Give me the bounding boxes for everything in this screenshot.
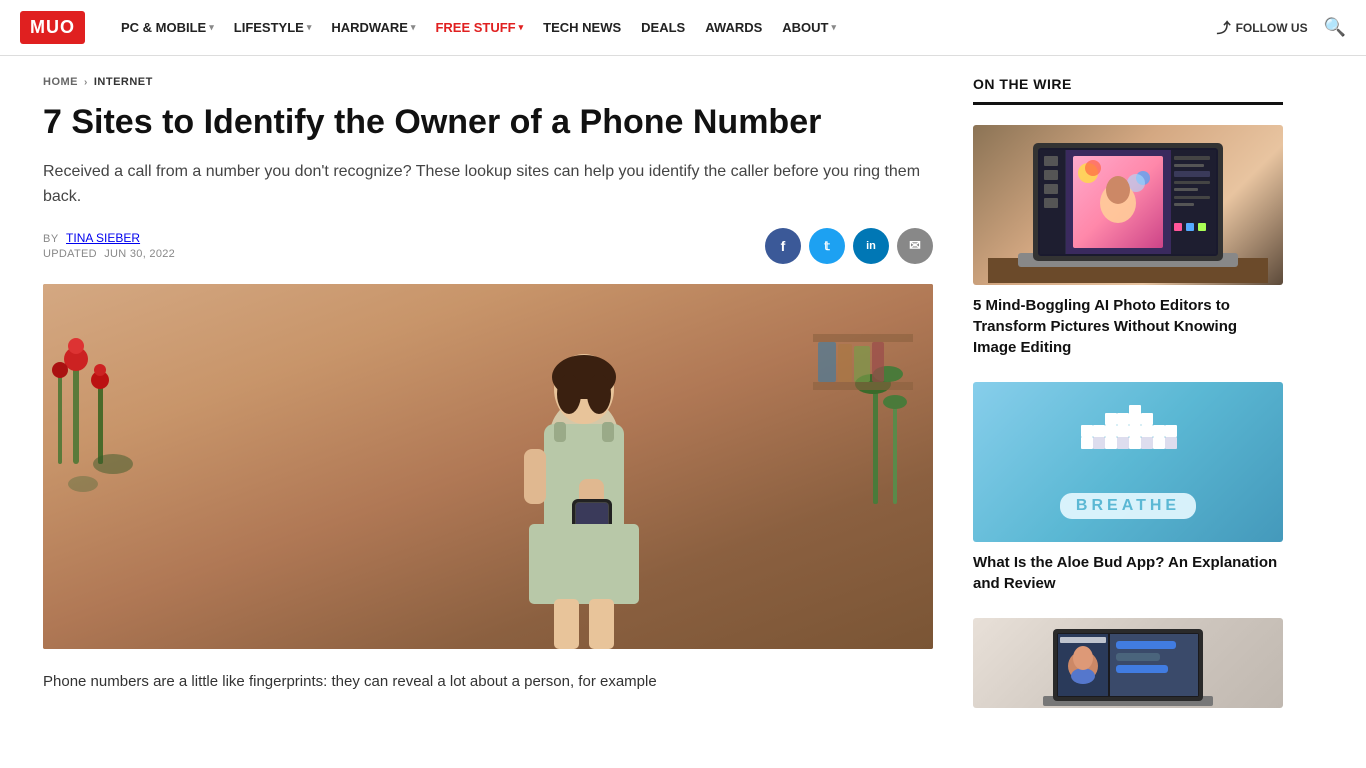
wire-card-1-image (973, 125, 1283, 285)
breadcrumb-separator: › (84, 77, 88, 88)
breadcrumb: HOME › INTERNET (43, 76, 933, 88)
nav-hardware[interactable]: HARDWARE ▾ (323, 14, 423, 41)
article-author: BY TINA SIEBER (43, 231, 175, 245)
nav-free-stuff[interactable]: FREE STUFF ▾ (427, 14, 531, 41)
article-author-section: BY TINA SIEBER UPDATED JUN 30, 2022 (43, 231, 175, 260)
wire-card-2: BREATHE What Is the Aloe Bud App? An Exp… (973, 382, 1283, 594)
sidebar: ON THE WIRE (973, 56, 1283, 752)
sidebar-section-title: ON THE WIRE (973, 76, 1283, 105)
wire-card-3 (973, 618, 1283, 708)
share-email-button[interactable]: ✉ (897, 228, 933, 264)
article-title: 7 Sites to Identify the Owner of a Phone… (43, 102, 933, 143)
chevron-down-icon: ▾ (307, 22, 312, 33)
wire-card-3-image (973, 618, 1283, 708)
nav-pc-mobile[interactable]: PC & MOBILE ▾ (113, 14, 222, 41)
article-body: Phone numbers are a little like fingerpr… (43, 669, 933, 695)
article-hero-image (43, 284, 933, 649)
social-share-buttons: f 𝕥 in ✉ (765, 228, 933, 264)
chevron-down-icon: ▾ (209, 22, 214, 33)
article-subtitle: Received a call from a number you don't … (43, 159, 933, 210)
nav-links: PC & MOBILE ▾ LIFESTYLE ▾ HARDWARE ▾ FRE… (113, 14, 1217, 41)
share-icon: ⤴ (1217, 18, 1231, 38)
main-nav: MUO PC & MOBILE ▾ LIFESTYLE ▾ HARDWARE ▾… (0, 0, 1366, 56)
follow-us-button[interactable]: ⤴ FOLLOW US (1217, 18, 1308, 38)
nav-awards[interactable]: AWARDS (697, 14, 770, 41)
article-body-text: Phone numbers are a little like fingerpr… (43, 669, 933, 695)
nav-deals[interactable]: DEALS (633, 14, 693, 41)
breadcrumb-section: INTERNET (94, 76, 153, 88)
hero-flowers-decoration (43, 284, 203, 564)
chevron-down-icon: ▾ (832, 22, 837, 33)
pixel-cloud-icon (1068, 405, 1188, 485)
wire-card-2-image: BREATHE (973, 382, 1283, 542)
share-twitter-button[interactable]: 𝕥 (809, 228, 845, 264)
nav-tech-news[interactable]: TECH NEWS (535, 14, 629, 41)
article-date: UPDATED JUN 30, 2022 (43, 248, 175, 260)
wire-card-2-title[interactable]: What Is the Aloe Bud App? An Explanation… (973, 554, 1277, 592)
card3-laptop-illustration (1028, 621, 1228, 706)
hero-person-figure (424, 309, 744, 649)
breathe-label: BREATHE (1060, 493, 1196, 519)
card1-laptop-illustration (988, 128, 1268, 283)
chevron-down-icon: ▾ (519, 22, 524, 33)
author-link[interactable]: TINA SIEBER (66, 231, 140, 245)
page-wrapper: HOME › INTERNET 7 Sites to Identify the … (23, 56, 1343, 752)
chevron-down-icon: ▾ (411, 22, 416, 33)
nav-right: ⤴ FOLLOW US 🔍 (1217, 17, 1346, 38)
breathe-illustration: BREATHE (1060, 405, 1196, 519)
nav-about[interactable]: ABOUT ▾ (774, 14, 844, 41)
nav-lifestyle[interactable]: LIFESTYLE ▾ (226, 14, 320, 41)
article-meta: BY TINA SIEBER UPDATED JUN 30, 2022 f 𝕥 … (43, 228, 933, 264)
search-button[interactable]: 🔍 (1324, 17, 1346, 38)
breadcrumb-home[interactable]: HOME (43, 76, 78, 88)
site-logo[interactable]: MUO (20, 11, 85, 44)
hero-shelf-bg (813, 334, 913, 534)
share-facebook-button[interactable]: f (765, 228, 801, 264)
wire-card-1: 5 Mind-Boggling AI Photo Editors to Tran… (973, 125, 1283, 358)
main-content: HOME › INTERNET 7 Sites to Identify the … (43, 56, 933, 752)
wire-card-1-title[interactable]: 5 Mind-Boggling AI Photo Editors to Tran… (973, 297, 1237, 356)
share-linkedin-button[interactable]: in (853, 228, 889, 264)
